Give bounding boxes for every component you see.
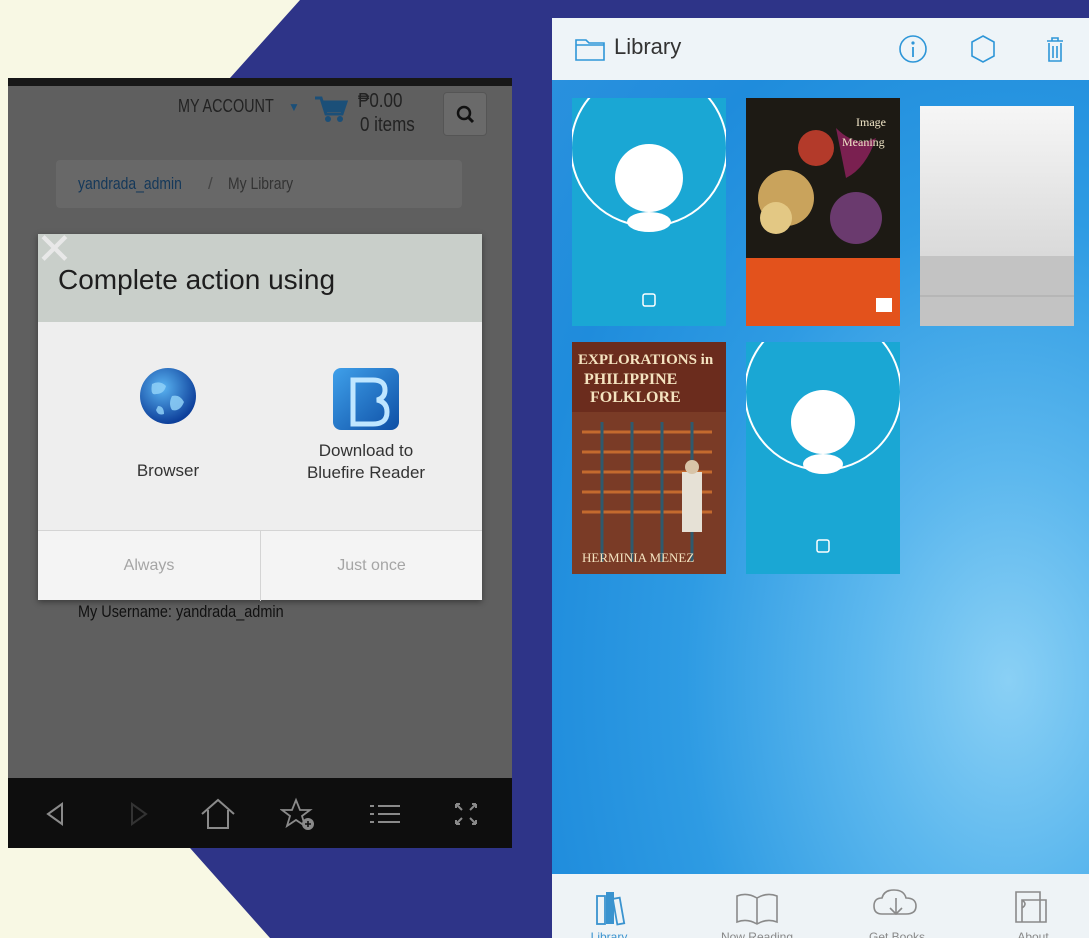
username-line: My Username: yandrada_admin: [78, 602, 284, 621]
trash-icon[interactable]: [1038, 32, 1072, 66]
book-cover[interactable]: EXPLORATIONS in PHILIPPINE FOLKLORE HERM…: [572, 342, 726, 574]
teal-circle-cover: [746, 342, 900, 553]
library-icon: [596, 892, 626, 926]
breadcrumb-separator: /: [208, 174, 213, 193]
info-icon[interactable]: [896, 32, 930, 66]
app-option-browser[interactable]: Browser: [98, 366, 238, 482]
teal-circle-cover: [572, 98, 726, 307]
svg-text:FOLKLORE: FOLKLORE: [590, 389, 681, 406]
tab-label: About: [1017, 930, 1049, 938]
breadcrumb-user-link[interactable]: yandrada_admin: [78, 174, 182, 194]
tab-label: Library: [590, 930, 628, 938]
book-cover[interactable]: [746, 342, 900, 574]
cart-price: ₱0.00: [358, 90, 403, 112]
tab-now-reading[interactable]: Now Reading: [712, 886, 802, 938]
chevron-down-icon: ▼: [288, 100, 300, 114]
complete-action-dialog: ✕ Complete action using Browser Download…: [36, 228, 482, 601]
dialog-title: Complete action using: [58, 264, 336, 295]
back-icon[interactable]: [36, 794, 76, 834]
add-bookmark-icon[interactable]: [280, 794, 320, 834]
list-icon[interactable]: [364, 794, 404, 834]
app-chooser: Browser Download to Bluefire Reader: [38, 322, 482, 530]
home-icon[interactable]: [198, 794, 238, 834]
book-cover[interactable]: [920, 106, 1074, 326]
forward-icon[interactable]: [118, 794, 158, 834]
app-label-bluefire-line2: Bluefire Reader: [306, 463, 426, 482]
svg-text:HERMINIA MENEZ: HERMINIA MENEZ: [582, 550, 694, 565]
cart-icon[interactable]: [314, 94, 348, 124]
library-title: Library: [614, 34, 682, 59]
folklore-cover: EXPLORATIONS in PHILIPPINE FOLKLORE HERM…: [572, 342, 726, 574]
tab-library[interactable]: Library: [564, 886, 654, 938]
library-header: Library: [552, 18, 1089, 80]
cloud-download-icon: [873, 889, 917, 916]
tab-label: Now Reading: [720, 930, 794, 938]
status-bar: [8, 78, 512, 86]
breadcrumb-current: My Library: [228, 174, 294, 193]
dialog-footer: Always Just once: [38, 530, 482, 601]
book-open-icon: [736, 893, 778, 925]
app-label-browser: Browser: [136, 461, 200, 480]
my-account-menu[interactable]: MY ACCOUNT: [178, 96, 274, 117]
about-icon: [1015, 891, 1047, 923]
bluefire-library-screen: Library Image Meaning EXPLORATIONS in PH…: [552, 18, 1089, 938]
cart-item-count: 0 items: [360, 114, 415, 136]
svg-text:EXPLORATIONS in: EXPLORATIONS in: [578, 352, 714, 368]
search-button[interactable]: [443, 92, 487, 136]
tab-get-books[interactable]: Get Books: [852, 886, 942, 938]
browser-nav-bar: [8, 778, 512, 848]
sync-icon[interactable]: [966, 32, 1000, 66]
folder-icon[interactable]: [574, 34, 606, 64]
tab-about[interactable]: About: [988, 886, 1078, 938]
always-button[interactable]: Always: [38, 531, 260, 601]
search-icon: [456, 105, 475, 124]
app-option-bluefire[interactable]: Download to Bluefire Reader: [274, 366, 458, 484]
dialog-header: ✕ Complete action using: [36, 228, 482, 322]
svg-text:Image: Image: [856, 115, 886, 129]
fullscreen-icon[interactable]: [446, 794, 486, 834]
tab-label: Get Books: [868, 930, 926, 938]
bluefire-reader-icon: [333, 368, 399, 430]
just-once-button[interactable]: Just once: [260, 531, 482, 601]
globe-icon: [140, 368, 196, 424]
app-label-bluefire-line1: Download to: [318, 441, 414, 460]
svg-text:PHILIPPINE: PHILIPPINE: [584, 371, 677, 388]
grey-sea-cover: [920, 256, 1074, 326]
book-cover[interactable]: Image Meaning: [746, 98, 900, 326]
android-browser-screen: MY ACCOUNT ▼ ₱0.00 0 items yandrada_admi…: [8, 78, 512, 848]
svg-text:Meaning: Meaning: [842, 135, 885, 149]
book-cover[interactable]: [572, 98, 726, 326]
image-meaning-cover: Image Meaning: [746, 98, 900, 326]
